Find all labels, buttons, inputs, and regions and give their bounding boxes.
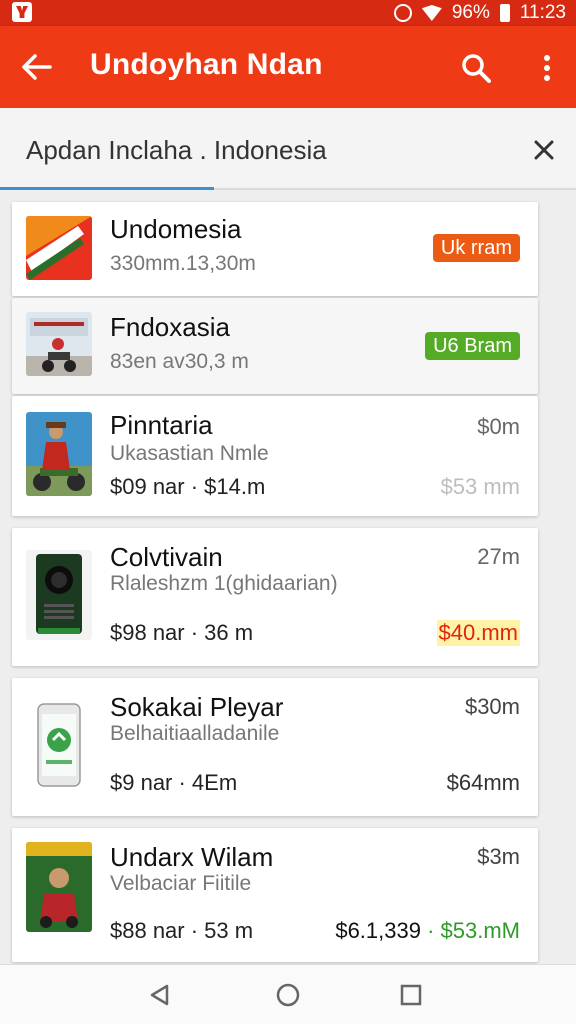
item-subtitle: Rlaleshzm 1(ghidaarian): [110, 572, 338, 595]
item-thumbnail: [26, 700, 92, 790]
item-subtitle: 83en av30,3 m: [110, 350, 249, 373]
speaker-thumbnail-image: [26, 550, 92, 640]
status-badge: Uk rram: [432, 234, 520, 262]
rider-thumbnail-image: [26, 412, 92, 496]
item-price: $98 nar · 36 m: [110, 620, 254, 645]
page-title: Undoyhan Ndan: [90, 48, 323, 81]
item-thumbnail: [26, 842, 92, 932]
status-icons: 96% 11:23: [393, 0, 566, 26]
flag-thumbnail-image: [26, 216, 92, 280]
item-subtitle: Velbaciar Fiitile: [110, 872, 252, 895]
square-recents-icon: [400, 984, 422, 1006]
item-title: Fndoxasia: [110, 312, 230, 342]
search-icon: [462, 54, 491, 83]
item-title: Undarx Wilam: [110, 842, 274, 872]
clear-search-button[interactable]: [526, 132, 562, 168]
phone-thumbnail-image: [26, 700, 92, 790]
item-meta-bottom: $53 mm: [440, 474, 520, 499]
item-title: Pinntaria: [110, 410, 213, 440]
item-meta-bottom: $64mm: [446, 770, 520, 795]
item-title: Undomesia: [110, 214, 242, 244]
item-thumbnail: [26, 312, 92, 376]
nav-recents-button[interactable]: [395, 979, 427, 1011]
triangle-back-icon: [150, 984, 169, 1006]
system-nav-bar: [0, 964, 576, 1024]
item-meta-bottom: $40.mm: [436, 620, 520, 646]
app-bar: Undoyhan Ndan: [0, 26, 576, 108]
item-price: $88 nar · 53 m: [110, 918, 254, 943]
street-thumbnail-image: [26, 312, 92, 376]
list-item[interactable]: Pinntaria Ukasastian Nmle $09 nar · $14.…: [12, 396, 538, 516]
item-subtitle: Belhaitiaalladanile: [110, 722, 280, 745]
item-thumbnail: [26, 550, 92, 640]
list-item[interactable]: Colvtivain Rlaleshzm 1(ghidaarian) $98 n…: [12, 528, 538, 666]
arrow-left-icon: [22, 54, 52, 80]
item-thumbnail: [26, 412, 92, 496]
status-badge: U6 Bram: [425, 332, 520, 360]
item-title: Colvtivain: [110, 542, 223, 572]
search-focus-indicator: [0, 187, 214, 190]
status-time: 11:23: [519, 2, 566, 23]
item-meta-bottom: $6.1,339 · $53.mM: [335, 918, 520, 944]
item-subtitle: Ukasastian Nmle: [110, 442, 269, 465]
item-meta-top: $3m: [477, 844, 520, 869]
item-meta-top: $30m: [464, 694, 520, 719]
notification-icon: [12, 2, 32, 22]
item-meta-bottom-secondary: · $53.mM: [420, 918, 520, 943]
battery-icon: [499, 4, 510, 22]
close-icon: [534, 140, 554, 160]
nav-back-button[interactable]: [143, 979, 175, 1011]
search-bar: [0, 108, 576, 190]
wifi-icon: [421, 5, 442, 21]
list-item[interactable]: Fndoxasia 83en av30,3 m U6 Bram: [12, 298, 538, 394]
nav-home-button[interactable]: [272, 979, 304, 1011]
list-item[interactable]: Undomesia 330mm.13,30m Uk rram: [12, 202, 538, 296]
more-vertical-icon: [544, 55, 550, 81]
item-meta-bottom-primary: $6.1,339: [335, 918, 421, 943]
more-options-button[interactable]: [530, 46, 564, 90]
alarm-icon: [393, 4, 412, 22]
poster-thumbnail-image: [26, 842, 92, 932]
item-price: $9 nar · 4Em: [110, 770, 238, 795]
circle-home-icon: [276, 983, 300, 1007]
search-input[interactable]: [26, 130, 506, 170]
item-meta-top: $0m: [477, 414, 520, 439]
item-thumbnail: [26, 216, 92, 280]
search-button[interactable]: [454, 46, 498, 90]
back-button[interactable]: [16, 46, 58, 88]
item-meta-top: 27m: [477, 544, 520, 569]
list-item[interactable]: Sokakai Pleyar Belhaitiaalladanile $9 na…: [12, 678, 538, 816]
status-bar: 96% 11:23: [0, 0, 576, 26]
item-price: $09 nar · $14.m: [110, 474, 266, 499]
item-subtitle: 330mm.13,30m: [110, 252, 256, 275]
battery-text: 96%: [451, 2, 490, 23]
item-title: Sokakai Pleyar: [110, 692, 284, 722]
list-item[interactable]: Undarx Wilam Velbaciar Fiitile $88 nar ·…: [12, 828, 538, 962]
